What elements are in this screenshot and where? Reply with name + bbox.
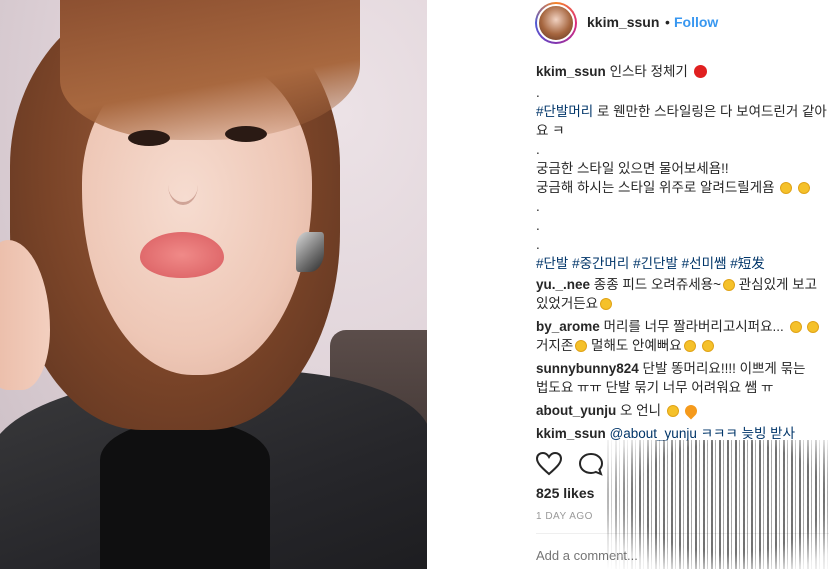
laugh-emoji-icon (722, 279, 735, 291)
comment-text: 있었거든요 (536, 296, 599, 311)
caption-title: 인스타 정체기 (609, 64, 688, 79)
hashtag-link[interactable]: #단발머리 (536, 104, 593, 119)
hashtag-link[interactable]: #短发 (730, 256, 765, 271)
comment: yu._.nee 종종 피드 오려쥬세용~ 관심있게 보고 (536, 275, 829, 294)
hashtag-link[interactable]: #단발 (536, 256, 568, 271)
hashtags: #단발 #중간머리 #긴단발 #선미쌤 #短发 (536, 254, 829, 273)
caption-username[interactable]: kkim_ssun (536, 64, 606, 79)
comment-icon[interactable] (578, 452, 604, 476)
comment-continuation: 거지존 멀해도 안예뻐요 (536, 336, 829, 355)
comment-username[interactable]: kkim_ssun (536, 426, 606, 441)
grin-emoji-icon (575, 340, 588, 352)
likes-count[interactable]: 825 likes (536, 485, 594, 501)
comment-continuation: 있었거든요 (536, 294, 829, 313)
photo-earring (296, 232, 324, 272)
photo-eye-right (225, 126, 267, 142)
smile-emoji-icon (780, 182, 793, 194)
sweat-emoji-icon (683, 340, 696, 352)
caption-line-with-emoji: 궁금해 하시는 스타일 위주로 알려드릴게욤 (536, 178, 829, 197)
avatar-image (537, 4, 575, 42)
post-panel: kkim_ssun • Follow kkim_ssun 인스타 정체기 . #… (427, 0, 829, 569)
caption-line-text: 궁금해 하시는 스타일 위주로 알려드릴게욤 (536, 180, 775, 195)
comment-username[interactable]: yu._.nee (536, 277, 590, 292)
caption-line: 요 ㅋ (536, 123, 565, 138)
post-timestamp[interactable]: 1 DAY AGO (536, 511, 593, 522)
hashtag-link[interactable]: #선미쌤 (682, 256, 727, 271)
hashtag-link[interactable]: #긴단발 (633, 256, 678, 271)
comment-username[interactable]: by_arome (536, 319, 600, 334)
comment-continuation: 법도요 ㅠㅠ 단발 묶기 너무 어려워요 쌤 ㅠ (536, 380, 774, 395)
photo-eye-left (128, 130, 170, 146)
smile-emoji-icon (666, 405, 679, 417)
comment: by_arome 머리를 너무 짤라버리고시퍼요... (536, 317, 829, 336)
caption-line: . (536, 85, 540, 100)
avatar[interactable] (535, 2, 577, 44)
comment-text: 거지존 (536, 338, 574, 353)
sweat-emoji-icon (701, 340, 714, 352)
caption-line-rest: 로 웬만한 스타일링은 다 보여드린거 같아 (593, 104, 827, 119)
caption-line: . (536, 142, 540, 157)
comment-text: 관심있게 보고 (738, 277, 818, 292)
comment-text: 머리를 너무 짤라버리고시퍼요... (603, 319, 784, 334)
comment-text: 단발 똥머리요!!!! 이쁘게 묶는 (642, 361, 806, 376)
caption-comments: kkim_ssun 인스타 정체기 . #단발머리 로 웬만한 스타일링은 다 … (536, 62, 829, 452)
sweat-emoji-icon (789, 321, 802, 333)
redaction-scribble (607, 440, 829, 569)
blush-emoji-icon (798, 182, 811, 194)
caption-line: . (536, 199, 540, 214)
photo-nose (168, 165, 198, 205)
comment-username[interactable]: about_yunju (536, 403, 616, 418)
orange-heart-icon (682, 402, 700, 420)
follow-button[interactable]: Follow (674, 14, 718, 30)
header-username[interactable]: kkim_ssun (587, 14, 659, 30)
post-photo[interactable] (0, 0, 427, 569)
photo-shirt (100, 420, 270, 569)
red-circle-emoji-icon (693, 65, 707, 78)
comment-username[interactable]: sunnybunny824 (536, 361, 639, 376)
comment: about_yunju 오 언니 (536, 401, 829, 420)
hashtag-link[interactable]: #중간머리 (572, 256, 629, 271)
sweat-emoji-icon (807, 321, 820, 333)
heart-icon[interactable] (536, 452, 562, 476)
photo-lips (140, 232, 224, 278)
comment-text: 멀해도 안예뻐요 (591, 338, 682, 353)
comment-text: 오 언니 (620, 403, 662, 418)
grin-emoji-icon (600, 298, 613, 310)
caption-line: #단발머리 로 웬만한 스타일링은 다 보여드린거 같아 (536, 102, 829, 121)
post-header: kkim_ssun • Follow (427, 0, 829, 44)
caption-line: . (536, 218, 540, 233)
comment-text: @about_yunju ㅋㅋㅋ 늦빙 받사 (609, 426, 796, 441)
header-separator: • (665, 14, 670, 30)
comment: sunnybunny824 단발 똥머리요!!!! 이쁘게 묶는 (536, 359, 829, 378)
caption-line: . (536, 237, 540, 252)
caption-line: 궁금한 스타일 있으면 물어보세욤!! (536, 161, 729, 176)
comment-text: 종종 피드 오려쥬세용~ (593, 277, 721, 292)
